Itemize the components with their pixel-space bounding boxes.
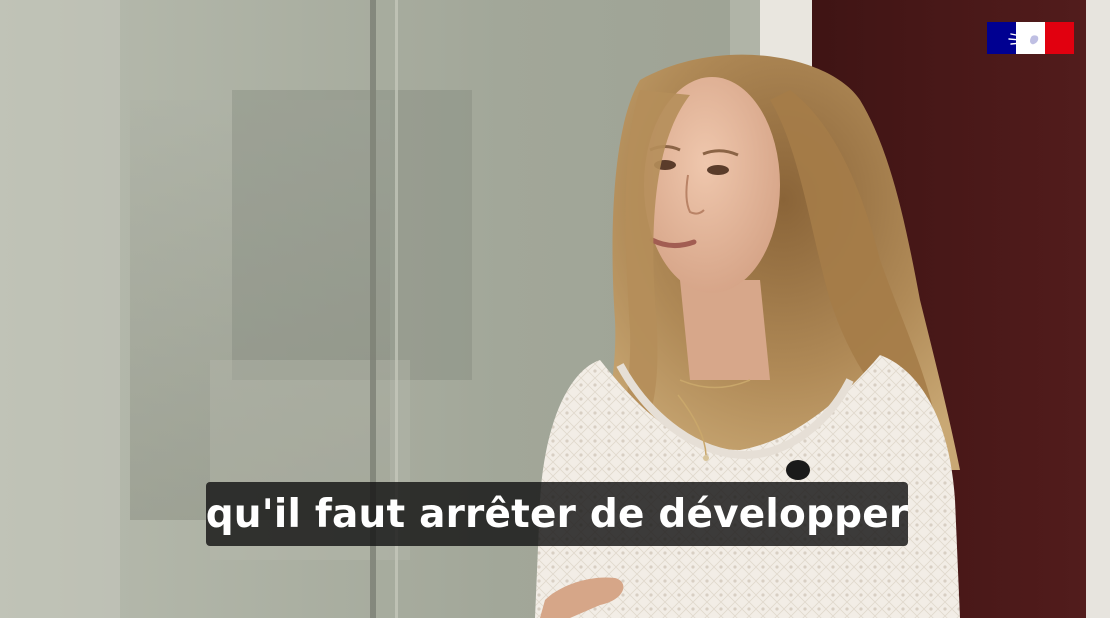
video-frame: qu'il faut arrêter de développer — [0, 0, 1110, 618]
subtitle-text: qu'il faut arrêter de développer — [205, 491, 909, 537]
marianne-logo-icon — [987, 22, 1074, 54]
subtitle-box: qu'il faut arrêter de développer — [206, 482, 908, 546]
